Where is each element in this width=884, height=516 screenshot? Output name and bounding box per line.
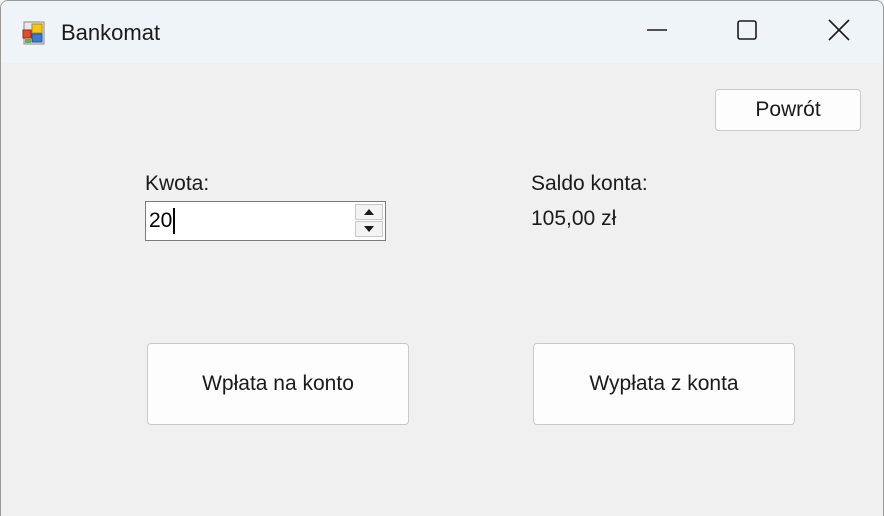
amount-value: 20 (149, 209, 173, 232)
amount-stepper[interactable]: 20 (145, 201, 386, 241)
back-button-label: Powrót (755, 98, 821, 121)
balance-value: 105,00 zł (531, 207, 617, 230)
decrement-button[interactable] (355, 221, 383, 237)
increment-button[interactable] (355, 204, 383, 220)
minimize-button[interactable] (611, 1, 703, 63)
amount-label: Kwota: (145, 172, 210, 195)
close-button[interactable] (793, 1, 883, 63)
maximize-icon (736, 19, 758, 46)
maximize-button[interactable] (701, 1, 793, 63)
title-bar: Bankomat (1, 1, 883, 63)
back-button[interactable]: Powrót (715, 89, 861, 131)
deposit-button-label: Wpłata na konto (202, 372, 354, 395)
deposit-button[interactable]: Wpłata na konto (147, 343, 409, 425)
text-caret (173, 208, 176, 234)
window-title: Bankomat (61, 20, 161, 45)
arrow-up-icon (363, 203, 375, 221)
balance-label: Saldo konta: (531, 172, 648, 195)
arrow-down-icon (363, 220, 375, 238)
app-icon (21, 20, 47, 46)
close-icon (827, 18, 851, 47)
amount-spinner (355, 204, 383, 238)
amount-input[interactable]: 20 (149, 208, 176, 234)
withdraw-button-label: Wypłata z konta (589, 372, 739, 395)
withdraw-button[interactable]: Wypłata z konta (533, 343, 795, 425)
minimize-icon (646, 19, 668, 46)
app-window: Bankomat Powrót Kwota: 20 Saldo konta: 1… (0, 0, 884, 516)
